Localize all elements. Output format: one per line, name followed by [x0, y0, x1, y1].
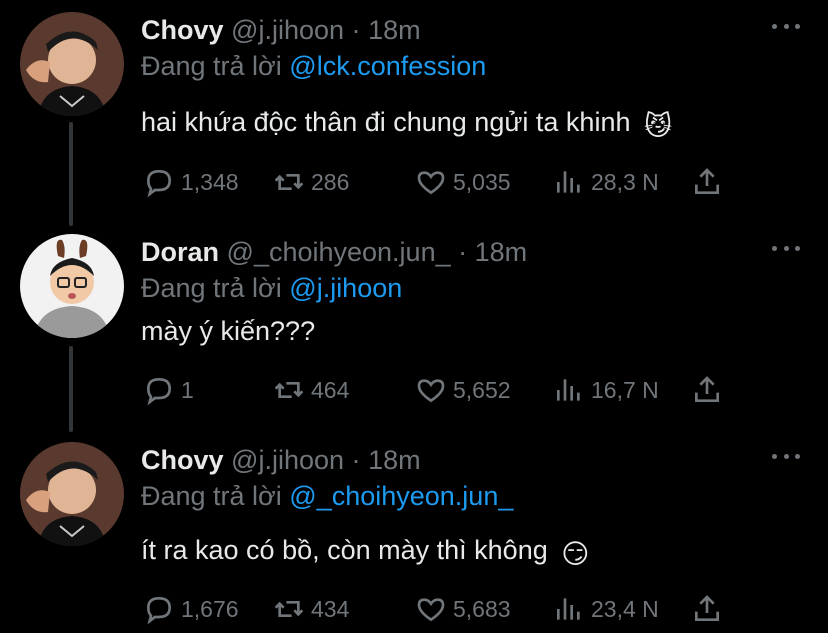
- tweet-text: hai khứa độc thân đi chung ngửi ta khinh…: [141, 105, 672, 143]
- avatar[interactable]: [20, 234, 124, 338]
- reply-button[interactable]: 1: [143, 370, 194, 410]
- action-bar: 1,348 286 5,035 28,3 N: [141, 162, 741, 202]
- reply-icon: [146, 169, 172, 198]
- emoji-smirk: 😏: [561, 539, 590, 569]
- like-button[interactable]: 5,652: [415, 370, 511, 410]
- views-icon: [557, 379, 580, 401]
- retweet-count: 464: [311, 376, 350, 403]
- user-handle[interactable]: @j.jihoon: [231, 15, 344, 45]
- reply-context: Đang trả lời @_choihyeon.jun_: [141, 480, 513, 512]
- tweet[interactable]: Chovy @j.jihoon · 18m Đang trả lời @lck.…: [0, 0, 828, 218]
- share-icon: [695, 376, 719, 402]
- more-icon[interactable]: [772, 452, 800, 460]
- emoji-grinning-cat: 😼: [644, 111, 673, 141]
- like-count: 5,035: [453, 168, 511, 195]
- reply-mention-link[interactable]: @j.jihoon: [289, 273, 402, 303]
- like-count: 5,652: [453, 376, 511, 403]
- retweet-icon: [274, 382, 304, 398]
- tweet-header: Doran @_choihyeon.jun_ · 18m: [141, 236, 527, 268]
- share-icon: [695, 595, 719, 621]
- tweet-text-content: hai khứa độc thân đi chung ngửi ta khinh: [141, 107, 631, 137]
- heart-icon: [417, 379, 445, 403]
- avatar-image: [20, 442, 124, 546]
- display-name[interactable]: Chovy: [141, 445, 224, 475]
- timestamp[interactable]: 18m: [368, 445, 421, 475]
- like-button[interactable]: 5,035: [415, 162, 511, 202]
- heart-icon: [417, 598, 445, 622]
- tweet-text-content: mày ý kiến???: [141, 316, 316, 346]
- timestamp[interactable]: 18m: [368, 15, 421, 45]
- tweet-header: Chovy @j.jihoon · 18m: [141, 444, 421, 476]
- tweet-header: Chovy @j.jihoon · 18m: [141, 14, 421, 46]
- reply-prefix: Đang trả lời: [141, 51, 282, 81]
- user-handle[interactable]: @j.jihoon: [231, 445, 344, 475]
- reply-count: 1,676: [181, 595, 239, 622]
- tweet[interactable]: Chovy @j.jihoon · 18m Đang trả lời @_cho…: [0, 430, 828, 633]
- tweet-text: ít ra kao có bồ, còn mày thì không 😏: [141, 533, 589, 571]
- action-bar: 1 464 5,652 16,7 N: [141, 370, 741, 410]
- views-button[interactable]: 16,7 N: [553, 370, 659, 410]
- share-button[interactable]: [691, 589, 729, 629]
- tweet[interactable]: Doran @_choihyeon.jun_ · 18m Đang trả lờ…: [0, 222, 828, 432]
- separator-dot: ·: [351, 445, 361, 475]
- more-icon[interactable]: [772, 244, 800, 252]
- reply-mention-link[interactable]: @_choihyeon.jun_: [289, 481, 513, 511]
- retweet-button[interactable]: 286: [273, 162, 349, 202]
- avatar-image: [20, 234, 124, 338]
- retweet-button[interactable]: 464: [273, 370, 349, 410]
- reply-button[interactable]: 1,676: [143, 589, 239, 629]
- views-button[interactable]: 23,4 N: [553, 589, 659, 629]
- share-icon: [695, 168, 719, 194]
- views-count: 23,4 N: [591, 595, 659, 622]
- views-icon: [557, 598, 580, 620]
- share-button[interactable]: [691, 162, 729, 202]
- reply-button[interactable]: 1,348: [143, 162, 239, 202]
- reply-context: Đang trả lời @j.jihoon: [141, 272, 402, 304]
- separator-dot: ·: [351, 15, 361, 45]
- retweet-count: 434: [311, 595, 350, 622]
- like-button[interactable]: 5,683: [415, 589, 511, 629]
- tweet-text: mày ý kiến???: [141, 314, 315, 348]
- display-name[interactable]: Doran: [141, 237, 219, 267]
- reply-count: 1: [181, 376, 194, 403]
- avatar[interactable]: [20, 12, 124, 116]
- retweet-button[interactable]: 434: [273, 589, 349, 629]
- reply-icon: [146, 596, 172, 625]
- retweet-count: 286: [311, 168, 350, 195]
- views-count: 16,7 N: [591, 376, 659, 403]
- separator-dot: ·: [458, 237, 468, 267]
- reply-mention-link[interactable]: @lck.confession: [289, 51, 486, 81]
- views-count: 28,3 N: [591, 168, 659, 195]
- user-handle[interactable]: @_choihyeon.jun_: [227, 237, 451, 267]
- heart-icon: [417, 171, 445, 195]
- avatar-image: [20, 12, 124, 116]
- avatar[interactable]: [20, 442, 124, 546]
- retweet-icon: [274, 601, 304, 617]
- tweet-text-content: ít ra kao có bồ, còn mày thì không: [141, 535, 548, 565]
- share-button[interactable]: [691, 370, 729, 410]
- reply-prefix: Đang trả lời: [141, 273, 282, 303]
- more-icon[interactable]: [772, 22, 800, 30]
- views-icon: [557, 171, 580, 193]
- reply-count: 1,348: [181, 168, 239, 195]
- views-button[interactable]: 28,3 N: [553, 162, 659, 202]
- reply-icon: [146, 377, 172, 406]
- retweet-icon: [274, 174, 304, 190]
- action-bar: 1,676 434 5,683 23,4 N: [141, 589, 741, 629]
- display-name[interactable]: Chovy: [141, 15, 224, 45]
- timestamp[interactable]: 18m: [475, 237, 528, 267]
- reply-context: Đang trả lời @lck.confession: [141, 50, 486, 82]
- reply-prefix: Đang trả lời: [141, 481, 282, 511]
- like-count: 5,683: [453, 595, 511, 622]
